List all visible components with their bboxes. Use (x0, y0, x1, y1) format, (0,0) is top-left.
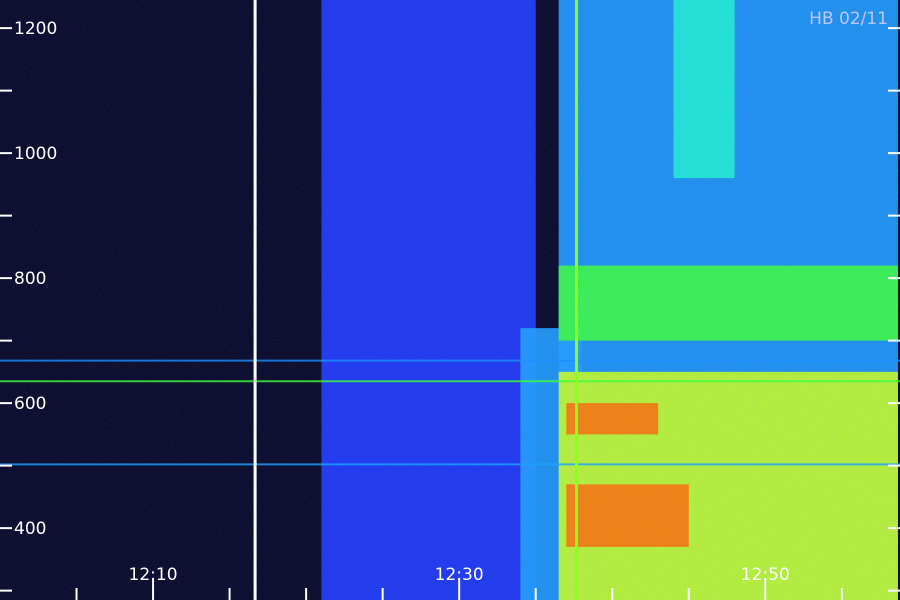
noise-texture (0, 0, 900, 600)
x-tick-label-1: 12:30 (435, 565, 484, 585)
y-tick-label-3: 600 (14, 394, 46, 414)
y-tick-label-1: 1000 (14, 144, 57, 164)
y-tick-label-4: 400 (14, 519, 46, 539)
x-tick-label-0: 12:10 (129, 565, 178, 585)
y-tick-label-2: 800 (14, 269, 46, 289)
y-tick-label-0: 1200 (14, 19, 57, 39)
x-tick-label-2: 12:50 (741, 565, 790, 585)
spectrogram-chart: 1200 1000 800 600 400 12:10 12:30 12:50 HB 02/1… (0, 0, 900, 600)
spectrogram-view: 1200 1000 800 600 400 12:10 12:30 12:50 HB 02/1… (0, 0, 900, 600)
corner-label: HB 02/11 (809, 9, 888, 29)
